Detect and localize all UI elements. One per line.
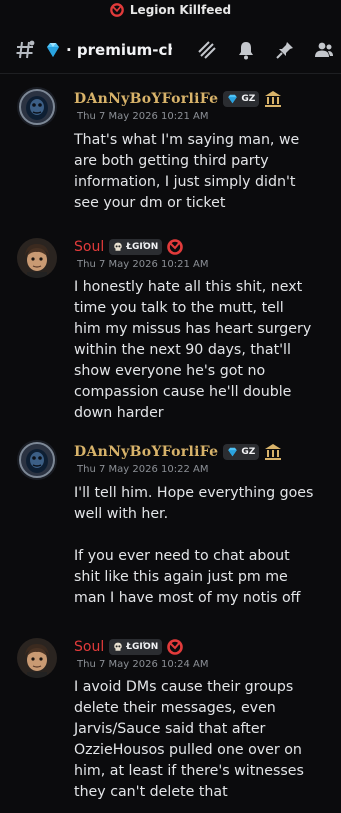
message-line: If you ever need to chat about xyxy=(74,548,290,564)
message-line: OzzieHousos pulled one over on xyxy=(74,742,302,758)
bell-icon[interactable] xyxy=(235,39,257,61)
message-line: they can't delete that xyxy=(74,784,228,800)
legion-logo-icon xyxy=(110,3,124,17)
message-line: Jarvis/Sauce said that after xyxy=(74,721,266,737)
message-line: see your dm or ticket xyxy=(74,195,226,211)
message-content: I'll tell him. Hope everything goes well… xyxy=(74,483,336,609)
message-line: show everyone he's got no xyxy=(74,363,266,379)
avatar[interactable] xyxy=(17,238,57,278)
timestamp: Thu 7 May 2026 10:24 AM xyxy=(77,659,209,670)
username[interactable]: Soul xyxy=(74,239,104,255)
guild-tag-label: GZ xyxy=(241,94,256,104)
gem-icon xyxy=(228,94,238,104)
gem-icon xyxy=(228,447,238,457)
guild-tag-label: GZ xyxy=(241,447,256,457)
message-line: down harder xyxy=(74,405,164,421)
legion-logo-icon[interactable] xyxy=(167,639,184,655)
skull-icon xyxy=(114,642,122,651)
message-header: DAnNyBoYForliFe GZ xyxy=(74,442,282,462)
avatar[interactable] xyxy=(17,638,57,678)
avatar[interactable] xyxy=(17,87,57,127)
hash-icon xyxy=(14,39,36,61)
guild-tag[interactable]: GZ xyxy=(223,444,260,460)
legion-logo-icon[interactable] xyxy=(167,239,184,255)
pin-icon[interactable] xyxy=(274,39,296,61)
server-name: Legion Killfeed xyxy=(129,3,232,17)
message-line: delete their messages, even xyxy=(74,700,276,716)
timestamp: Thu 7 May 2026 10:21 AM xyxy=(77,111,209,122)
username[interactable]: Soul xyxy=(74,639,104,655)
bank-icon[interactable] xyxy=(264,90,282,108)
message-line: him, at least if there's witnesses xyxy=(74,763,304,779)
channel-header: · premium-chat xyxy=(0,26,341,74)
message-list: DAnNyBoYForliFe GZ Thu 7 May 2026 10:21 … xyxy=(0,75,341,813)
timestamp: Thu 7 May 2026 10:22 AM xyxy=(77,464,209,475)
message-header: Soul ŁGIΌN xyxy=(74,237,184,257)
message-line: information, I just simply didn't xyxy=(74,174,296,190)
guild-tag[interactable]: ŁGIΌN xyxy=(109,239,163,255)
message-content: I honestly hate all this shit, next time… xyxy=(74,277,336,424)
guild-tag[interactable]: GZ xyxy=(223,91,260,107)
message-line: I honestly hate all this shit, next xyxy=(74,279,303,295)
message-line: within the next 90 days, that'll xyxy=(74,342,291,358)
threads-icon[interactable] xyxy=(196,39,218,61)
message-line: I'll tell him. Hope everything goes xyxy=(74,485,314,501)
guild-tag-label: ŁGIΌN xyxy=(126,242,159,252)
message-line: him my missus has heart surgery xyxy=(74,321,312,337)
bank-icon[interactable] xyxy=(264,443,282,461)
message-line: well with her. xyxy=(74,506,169,522)
gem-icon xyxy=(47,42,59,57)
skull-icon xyxy=(114,242,122,251)
message-line: compassion cause he'll double xyxy=(74,384,292,400)
guild-tag[interactable]: ŁGIΌN xyxy=(109,639,163,655)
message-line: I avoid DMs cause their groups xyxy=(74,679,294,695)
message-header: Soul ŁGIΌN xyxy=(74,637,184,657)
message-line: man I have most of my notis off xyxy=(74,590,301,606)
message-content: That's what I'm saying man, we are both … xyxy=(74,130,336,214)
message-line: time you talk to the mutt, tell xyxy=(74,300,284,316)
username[interactable]: DAnNyBoYForliFe xyxy=(74,91,218,107)
username[interactable]: DAnNyBoYForliFe xyxy=(74,444,218,460)
avatar[interactable] xyxy=(17,440,57,480)
server-header[interactable]: Legion Killfeed xyxy=(0,0,341,20)
channel-name[interactable]: · premium-chat xyxy=(66,41,172,59)
message-header: DAnNyBoYForliFe GZ xyxy=(74,89,282,109)
guild-tag-label: ŁGIΌN xyxy=(126,642,159,652)
message-content: I avoid DMs cause their groups delete th… xyxy=(74,677,336,803)
message-line: That's what I'm saying man, we xyxy=(74,132,300,148)
members-icon[interactable] xyxy=(313,39,335,61)
timestamp: Thu 7 May 2026 10:21 AM xyxy=(77,259,209,270)
message-line: shit like this again just pm me xyxy=(74,569,288,585)
message-line: are both getting third party xyxy=(74,153,269,169)
